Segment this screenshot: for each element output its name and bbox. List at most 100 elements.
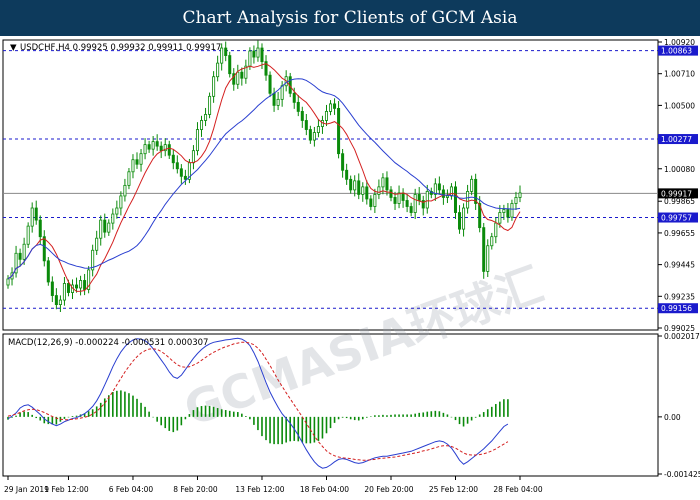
macd-hist-bar (406, 414, 408, 417)
macd-hist-bar (212, 406, 215, 417)
candle-body (208, 95, 212, 115)
macd-hist-bar (454, 416, 457, 421)
symbol-menu-icon[interactable]: ▼ (10, 43, 17, 53)
y-tick-label: 1.00080 (664, 165, 695, 174)
candle-body (357, 180, 361, 195)
candle-body (329, 103, 333, 112)
macd-hist-bar (232, 411, 235, 417)
macd-hist-bar (35, 416, 38, 419)
macd-hist-bar (378, 415, 380, 417)
macd-hist-bar (438, 411, 441, 417)
candle-body (413, 194, 417, 213)
x-tick-label: 25 Feb 12:00 (429, 485, 478, 494)
candle-body (449, 186, 453, 197)
candle-body (304, 120, 308, 130)
candle-body (155, 141, 159, 147)
candle-body (272, 92, 276, 106)
candle-body (260, 47, 264, 63)
macd-hist-bar (23, 411, 25, 417)
macd-hist-bar (414, 413, 416, 417)
candle-body (345, 169, 349, 180)
macd-hist-bar (220, 409, 223, 417)
candle-body (46, 260, 50, 283)
macd-hist-bar (31, 414, 33, 417)
chart-canvas: GCMASIA环球汇 1.008631.002770.999170.997570… (2, 38, 700, 494)
candle-body (437, 183, 441, 191)
x-tick-label: 20 Feb 20:00 (364, 485, 413, 494)
y-tick-label: 1.00920 (664, 38, 695, 47)
candle-body (349, 178, 353, 191)
macd-hist-bar (507, 399, 509, 417)
macd-hist-bar (495, 404, 497, 417)
macd-hist-bar (103, 398, 106, 417)
candle-body (276, 98, 280, 106)
candle-body (167, 144, 171, 156)
macd-hist-bar (140, 402, 142, 417)
level-label: 0.99156 (661, 304, 692, 313)
candle-body (18, 252, 22, 260)
candle-body (179, 168, 183, 177)
candle-body (300, 111, 304, 121)
macd-hist-bar (446, 414, 449, 417)
macd-hist-bar (301, 416, 304, 443)
candle-body (462, 207, 466, 230)
macd-hist-bar (361, 416, 364, 420)
macd-hist-bar (27, 412, 29, 417)
candle-body (143, 144, 147, 155)
candle-body (381, 177, 385, 188)
candle-body (316, 126, 320, 133)
macd-hist-bar (466, 416, 469, 424)
macd-hist-bar (120, 390, 122, 417)
macd-hist-bar (297, 416, 300, 442)
candle-body (292, 92, 296, 103)
candle-body (385, 177, 389, 191)
x-tick-label: 13 Feb 12:00 (235, 485, 284, 494)
candle-body (135, 159, 139, 165)
candle-body (127, 171, 131, 186)
macd-hist-bar (390, 414, 392, 417)
macd-hist-bar (285, 416, 287, 443)
candle-body (171, 154, 175, 164)
macd-hist-bar (257, 416, 259, 431)
macd-y-tick-label: 0.00 (664, 413, 681, 422)
macd-hist-bar (87, 411, 90, 417)
macd-hist-bar (499, 401, 501, 417)
macd-hist-bar (136, 398, 138, 417)
macd-hist-bar (478, 414, 481, 417)
candle-body (268, 74, 272, 94)
candle-body (441, 189, 445, 198)
macd-hist-bar (128, 393, 130, 417)
macd-hist-bar (253, 416, 255, 425)
macd-hist-bar (482, 412, 485, 417)
macd-hist-bar (333, 416, 336, 423)
x-tick-label: 1 Feb 12:00 (44, 485, 89, 494)
macd-hist-bar (486, 409, 489, 417)
candle-body (115, 207, 119, 215)
x-tick-label: 28 Feb 04:00 (493, 485, 542, 494)
candle-body (393, 197, 397, 204)
price-info-text: USDCHF,H4 0.99925 0.99932 0.99911 0.9991… (20, 43, 221, 53)
candle-body (502, 209, 506, 213)
macd-hist-bar (337, 416, 340, 420)
macd-info-text: MACD(12,26,9) -0.000224 -0.000531 0.0003… (8, 338, 208, 348)
macd-hist-bar (450, 416, 453, 418)
candle-body (83, 280, 87, 290)
macd-hist-bar (188, 414, 191, 417)
candle-body (445, 195, 449, 198)
candle-body (409, 206, 413, 213)
candle-body (401, 192, 405, 201)
candle-body (252, 50, 256, 58)
macd-hist-bar (132, 395, 134, 417)
macd-hist-bar (224, 410, 227, 417)
candle-body (159, 145, 163, 152)
candle-body (373, 194, 377, 207)
candle-body (341, 153, 345, 171)
candle-body (425, 191, 429, 209)
macd-hist-bar (490, 406, 493, 417)
candle-body (111, 213, 115, 224)
macd-hist-bar (172, 416, 175, 433)
candle-body (131, 159, 135, 173)
candle-body (405, 200, 409, 207)
macd-hist-bar (204, 405, 207, 417)
candle-body (228, 55, 232, 75)
